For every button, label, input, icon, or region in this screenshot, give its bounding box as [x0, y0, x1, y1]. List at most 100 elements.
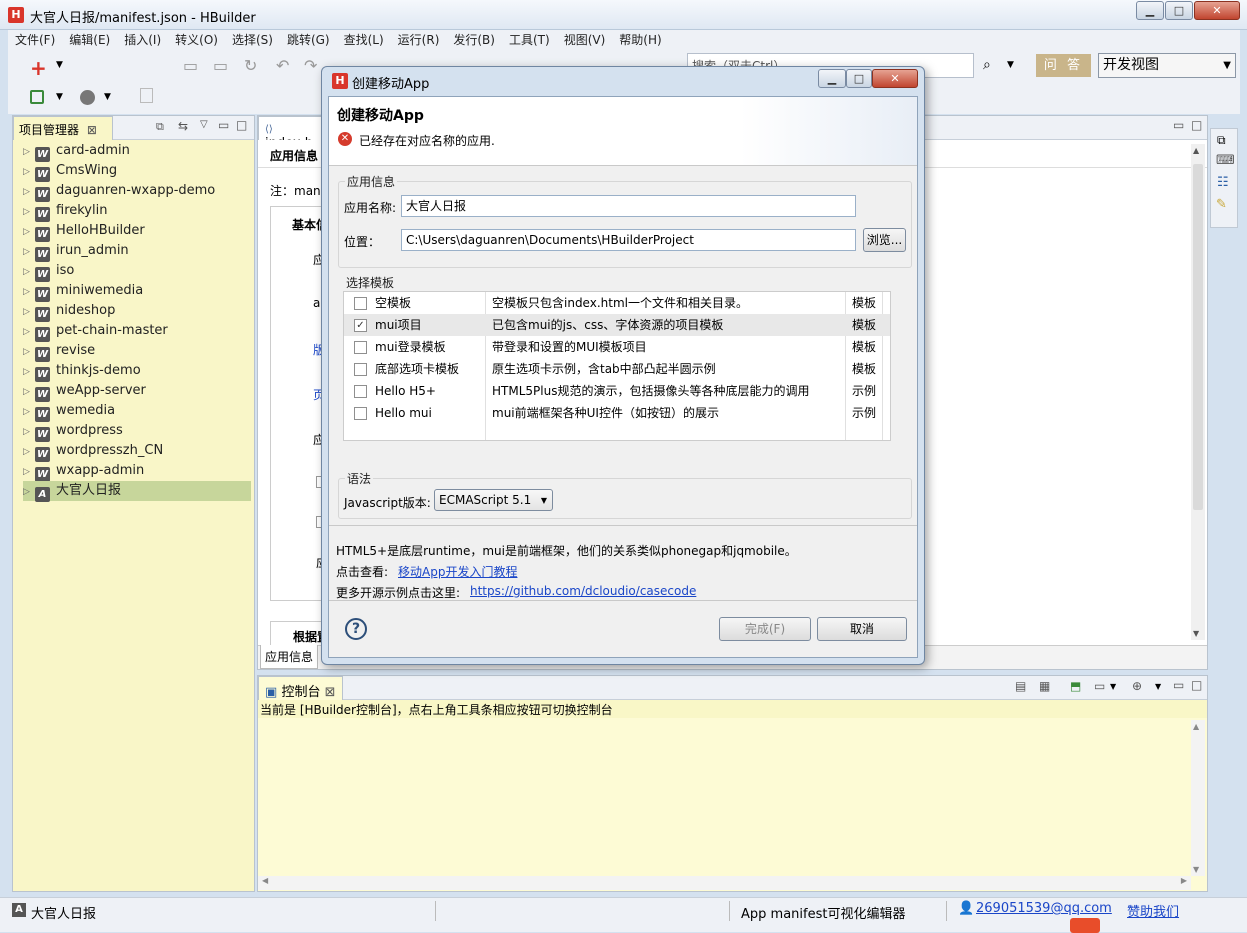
- view-select[interactable]: 开发视图 ▼: [1098, 53, 1236, 78]
- close-icon[interactable]: ⊠: [325, 685, 336, 700]
- js-version-select[interactable]: ECMAScript 5.1 ▼: [434, 489, 553, 511]
- chevron-right-icon[interactable]: ▷: [23, 382, 35, 402]
- menu-tools[interactable]: 工具(T): [502, 30, 557, 50]
- menu-select[interactable]: 选择(S): [225, 30, 280, 50]
- project-item[interactable]: ▷ Wwordpresszh_CN: [23, 441, 251, 462]
- close-button[interactable]: ✕: [1194, 1, 1240, 20]
- project-item[interactable]: ▷ W CmsWing: [23, 161, 251, 182]
- template-checkbox[interactable]: [354, 363, 367, 376]
- menu-edit[interactable]: 编辑(E): [62, 30, 117, 50]
- project-item[interactable]: ▷ A 大官人日报: [23, 481, 251, 502]
- template-checkbox[interactable]: ✓: [354, 319, 367, 332]
- scroll-thumb[interactable]: [1193, 164, 1203, 510]
- run-icon[interactable]: [30, 90, 44, 104]
- chevron-down-icon[interactable]: ▼: [1007, 60, 1014, 70]
- chevron-right-icon[interactable]: ▷: [23, 222, 35, 242]
- ime-icon[interactable]: [1070, 918, 1100, 933]
- chevron-down-icon[interactable]: ▼: [1155, 682, 1161, 691]
- minimize-view-icon[interactable]: ▭: [1173, 118, 1184, 132]
- project-item[interactable]: ▷ W HelloHBuilder: [23, 221, 251, 242]
- scroll-up-icon[interactable]: ▲: [1193, 146, 1199, 155]
- search-icon[interactable]: ⌕: [983, 57, 991, 73]
- menu-insert[interactable]: 插入(I): [117, 30, 168, 50]
- keyboard-icon[interactable]: ⌨: [1216, 153, 1235, 168]
- project-item[interactable]: ▷ Wnideshop: [23, 301, 251, 322]
- chevron-right-icon[interactable]: ▷: [23, 362, 35, 382]
- collapse-icon[interactable]: ⧉: [156, 120, 164, 134]
- menu-view[interactable]: 视图(V): [557, 30, 613, 50]
- link-icon[interactable]: ⇆: [178, 119, 188, 133]
- chevron-right-icon[interactable]: ▷: [23, 162, 35, 182]
- chevron-right-icon[interactable]: ▷: [23, 422, 35, 442]
- project-item[interactable]: ▷ Wirun_admin: [23, 241, 251, 262]
- lock-icon[interactable]: ▦: [1039, 679, 1050, 693]
- location-field[interactable]: C:\Users\daguanren\Documents\HBuilderPro…: [401, 229, 856, 251]
- chevron-down-icon[interactable]: ▼: [56, 92, 63, 102]
- project-item[interactable]: ▷ Wrevise: [23, 341, 251, 362]
- template-checkbox[interactable]: [354, 297, 367, 310]
- refresh-icon[interactable]: ↻: [244, 56, 257, 75]
- template-checkbox[interactable]: [354, 407, 367, 420]
- template-checkbox[interactable]: [354, 341, 367, 354]
- save-all-icon[interactable]: ▭: [213, 56, 228, 75]
- minimize-view-icon[interactable]: ▭: [1173, 678, 1184, 692]
- display-icon[interactable]: ▭: [1094, 679, 1105, 693]
- redo-icon[interactable]: ↷: [304, 56, 317, 75]
- chevron-down-icon[interactable]: ▼: [56, 60, 63, 70]
- open-console-icon[interactable]: ⊕: [1132, 679, 1142, 693]
- maximize-view-icon[interactable]: □: [1191, 678, 1202, 692]
- sponsor-link[interactable]: 赞助我们: [1127, 901, 1179, 920]
- project-item[interactable]: ▷ Wminiwemedia: [23, 281, 251, 302]
- template-row[interactable]: ✓ mui项目 已包含mui的js、css、字体资源的项目模板 模板: [344, 314, 890, 336]
- maximize-view-icon[interactable]: □: [236, 118, 247, 132]
- dialog-maximize-button[interactable]: □: [846, 69, 872, 88]
- dialog-close-button[interactable]: ✕: [872, 69, 918, 88]
- chevron-right-icon[interactable]: ▷: [23, 242, 35, 262]
- scroll-down-icon[interactable]: ▼: [1193, 865, 1199, 874]
- menu-goto[interactable]: 跳转(G): [280, 30, 337, 50]
- console-hscrollbar[interactable]: ◀ ▶: [258, 876, 1191, 890]
- dialog-minimize-button[interactable]: ▁: [818, 69, 846, 88]
- finish-button[interactable]: 完成(F): [719, 617, 811, 641]
- undo-icon[interactable]: ↶: [276, 56, 289, 75]
- scroll-left-icon[interactable]: ◀: [262, 876, 268, 885]
- chevron-right-icon[interactable]: ▷: [23, 142, 35, 162]
- scroll-up-icon[interactable]: ▲: [1193, 722, 1199, 731]
- console-scrollbar[interactable]: ▲ ▼: [1191, 720, 1205, 876]
- project-item[interactable]: ▷ Wwemedia: [23, 401, 251, 422]
- menu-file[interactable]: 文件(F): [8, 30, 62, 50]
- chevron-right-icon[interactable]: ▷: [23, 342, 35, 362]
- project-item[interactable]: ▷ Wiso: [23, 261, 251, 282]
- chevron-down-icon[interactable]: ▼: [104, 92, 111, 102]
- project-item[interactable]: ▷ Wwxapp-admin: [23, 461, 251, 482]
- editor-scrollbar[interactable]: ▲ ▼: [1191, 144, 1205, 640]
- menu-publish[interactable]: 发行(B): [446, 30, 502, 50]
- save-icon[interactable]: ▭: [183, 56, 198, 75]
- project-item[interactable]: ▷ Wpet-chain-master: [23, 321, 251, 342]
- chevron-right-icon[interactable]: ▷: [23, 262, 35, 282]
- browse-button[interactable]: 浏览...: [863, 228, 906, 252]
- maximize-view-icon[interactable]: □: [1191, 118, 1202, 132]
- cancel-button[interactable]: 取消: [817, 617, 907, 641]
- chevron-right-icon[interactable]: ▷: [23, 302, 35, 322]
- app-name-field[interactable]: 大官人日报: [401, 195, 856, 217]
- template-checkbox[interactable]: [354, 385, 367, 398]
- status-email-link[interactable]: 269051539@qq.com: [976, 901, 1112, 916]
- minimize-view-icon[interactable]: ▭: [218, 118, 229, 132]
- qa-button[interactable]: 问 答: [1036, 54, 1091, 77]
- chevron-down-icon[interactable]: ▼: [1110, 682, 1116, 691]
- project-item[interactable]: ▷ Wwordpress: [23, 421, 251, 442]
- chevron-right-icon[interactable]: ▷: [23, 482, 35, 502]
- view-menu-icon[interactable]: ▽: [200, 119, 208, 130]
- tab-console[interactable]: ▣ 控制台 ⊠: [258, 676, 343, 700]
- template-row[interactable]: 空模板 空模板只包含index.html一个文件和相关目录。 模板: [344, 292, 890, 314]
- restore-icon[interactable]: ⧉: [1217, 133, 1226, 148]
- document-icon[interactable]: [140, 88, 153, 103]
- chevron-right-icon[interactable]: ▷: [23, 202, 35, 222]
- menu-escape[interactable]: 转义(O): [168, 30, 225, 50]
- template-row[interactable]: mui登录模板 带登录和设置的MUI模板项目 模板: [344, 336, 890, 358]
- menu-help[interactable]: 帮助(H): [612, 30, 668, 50]
- chevron-right-icon[interactable]: ▷: [23, 442, 35, 462]
- casecode-link[interactable]: https://github.com/dcloudio/casecode: [470, 584, 696, 598]
- pen-icon[interactable]: ✎: [1216, 197, 1227, 212]
